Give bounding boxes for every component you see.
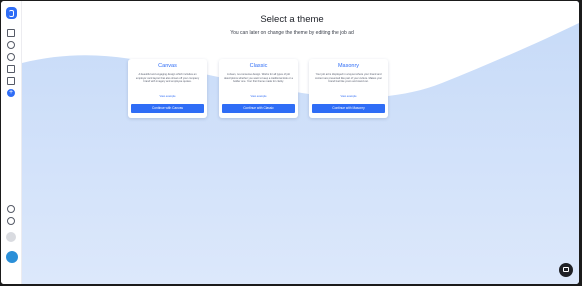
chat-icon[interactable] bbox=[559, 263, 573, 277]
sidebar bbox=[1, 1, 22, 284]
continue-canvas-button[interactable]: Continue with Canvas bbox=[131, 104, 204, 113]
theme-card-masonry: Masonry Your job ad is displayed in a la… bbox=[309, 59, 388, 118]
view-example-link[interactable]: View example bbox=[219, 95, 298, 98]
theme-card-canvas: Canvas A beautiful and engaging design w… bbox=[128, 59, 207, 118]
view-example-link[interactable]: View example bbox=[309, 95, 388, 98]
theme-description: A clean, no-nonsense design. Works for a… bbox=[224, 73, 293, 84]
main-content: Select a theme You can later on change t… bbox=[22, 1, 579, 284]
page-title: Select a theme bbox=[260, 14, 324, 25]
theme-card-classic: Classic A clean, no-nonsense design. Wor… bbox=[219, 59, 298, 118]
theme-name: Canvas bbox=[158, 63, 177, 69]
chat-search-icon[interactable] bbox=[7, 217, 15, 225]
theme-name: Masonry bbox=[337, 63, 360, 69]
continue-masonry-button[interactable]: Continue with Masonry bbox=[312, 104, 385, 113]
continue-classic-button[interactable]: Continue with Classic bbox=[222, 104, 295, 113]
view-example-link[interactable]: View example bbox=[128, 95, 207, 98]
theme-description: Your job ad is displayed in a layout whe… bbox=[314, 73, 383, 84]
building-icon[interactable] bbox=[7, 29, 15, 37]
check-circle-icon[interactable] bbox=[7, 53, 15, 61]
avatar-placeholder[interactable] bbox=[6, 232, 16, 242]
background-wave bbox=[22, 1, 579, 284]
refresh-icon[interactable] bbox=[7, 205, 15, 213]
avatar[interactable] bbox=[6, 251, 18, 263]
app-window: Select a theme You can later on change t… bbox=[1, 1, 579, 284]
image-icon[interactable] bbox=[7, 65, 15, 73]
logo-icon[interactable] bbox=[6, 7, 17, 19]
calendar-icon[interactable] bbox=[7, 77, 15, 85]
theme-description: A beautiful and engaging design which in… bbox=[135, 73, 200, 84]
theme-name: Classic bbox=[249, 63, 268, 69]
page-subtitle: You can later on change the theme by edi… bbox=[230, 30, 354, 36]
user-icon[interactable] bbox=[7, 41, 15, 49]
plus-circle-icon[interactable] bbox=[7, 88, 15, 98]
